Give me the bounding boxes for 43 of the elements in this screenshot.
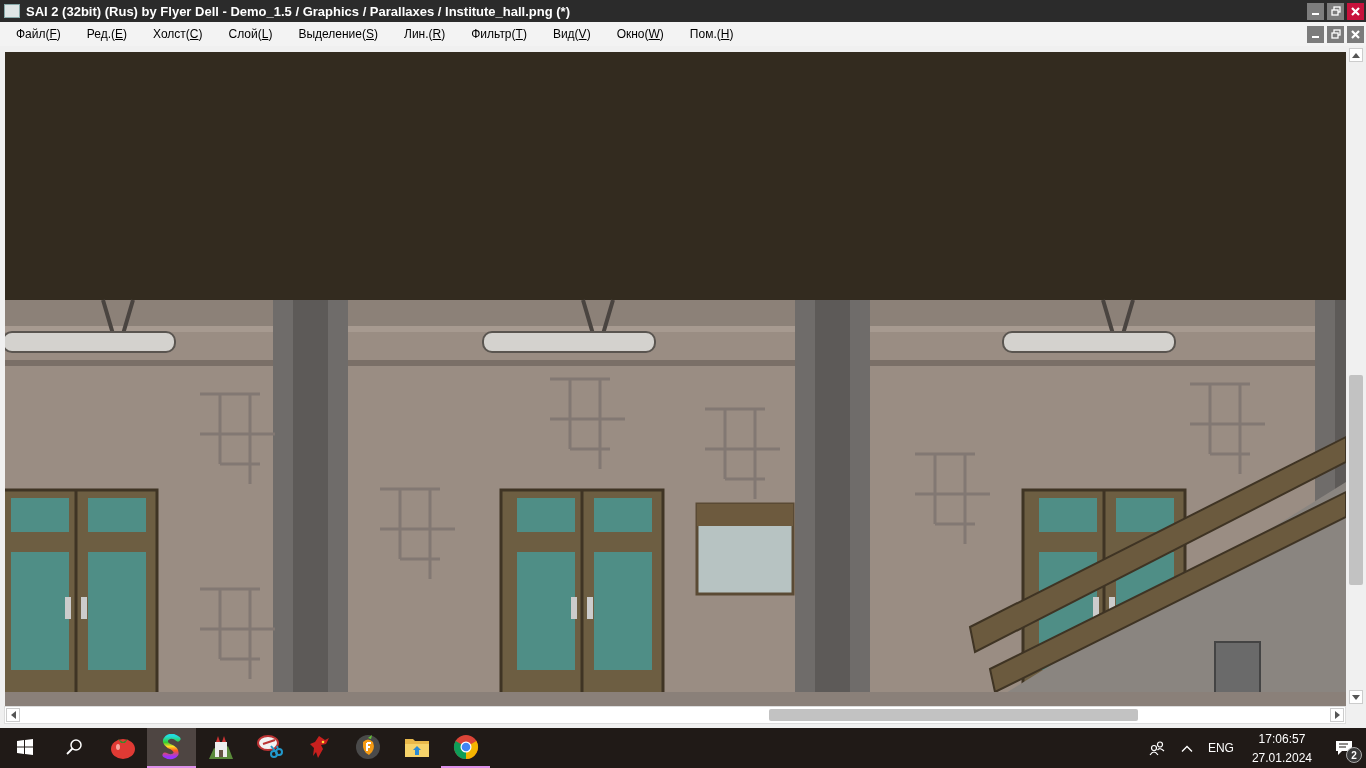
menu-item[interactable]: Выделение(S): [290, 25, 386, 43]
app-icon: [4, 4, 20, 18]
window-title: SAI 2 (32bit) (Rus) by Flyer Dell - Demo_1.5 / Graphics / Parallaxes / Institute_hall.png (*): [26, 3, 571, 19]
menu-item[interactable]: Ред.(E): [78, 25, 136, 43]
menu-item[interactable]: Лин.(R): [396, 25, 454, 43]
scroll-left-icon[interactable]: [6, 708, 20, 722]
folder-icon: [403, 736, 430, 758]
menu-item[interactable]: Фильтр(T): [463, 25, 535, 43]
search-icon: [65, 739, 82, 755]
pushpin-scissors-icon: [256, 734, 283, 760]
clock-time: 17:06:57: [1258, 731, 1306, 746]
scrollbar-thumb[interactable]: [769, 709, 1138, 721]
scrollbar-thumb[interactable]: [1349, 375, 1363, 585]
menu-item[interactable]: Окно(W): [608, 25, 672, 43]
chevron-up-icon[interactable]: [1180, 744, 1193, 752]
menu-item[interactable]: Пом.(H): [681, 25, 742, 43]
menu-item[interactable]: Вид(V): [544, 25, 599, 43]
castle-icon: [207, 734, 234, 760]
clock-date: 27.01.2024: [1251, 750, 1312, 765]
close-icon: [1351, 6, 1360, 16]
minimize-icon: [1312, 36, 1319, 38]
menu-item[interactable]: Файл(F): [8, 25, 69, 43]
chrome-icon: [452, 734, 479, 760]
fruit-logo-icon: [354, 734, 381, 760]
scroll-up-icon[interactable]: [1349, 48, 1363, 62]
rainbow-s-icon: [160, 734, 183, 760]
vertical-scrollbar[interactable]: [1346, 46, 1366, 706]
restore-icon: [1330, 6, 1341, 16]
horizontal-scrollbar[interactable]: [4, 706, 1346, 724]
menu-item[interactable]: Холст(C): [145, 25, 211, 43]
minimize-icon: [1312, 13, 1319, 15]
scroll-down-icon[interactable]: [1349, 690, 1363, 704]
language-indicator[interactable]: ENG: [1201, 741, 1244, 755]
restore-button[interactable]: [1327, 2, 1344, 20]
close-button[interactable]: [1347, 2, 1364, 20]
people-icon[interactable]: [1148, 740, 1165, 756]
scroll-right-icon[interactable]: [1330, 708, 1344, 722]
windows-logo-icon: [16, 739, 33, 755]
menu-item[interactable]: Слой(L): [220, 25, 281, 43]
restore-icon: [1330, 29, 1341, 39]
minimize-button[interactable]: [1307, 2, 1324, 20]
notifications-button[interactable]: 2: [1324, 728, 1364, 768]
close-icon: [1351, 29, 1360, 39]
